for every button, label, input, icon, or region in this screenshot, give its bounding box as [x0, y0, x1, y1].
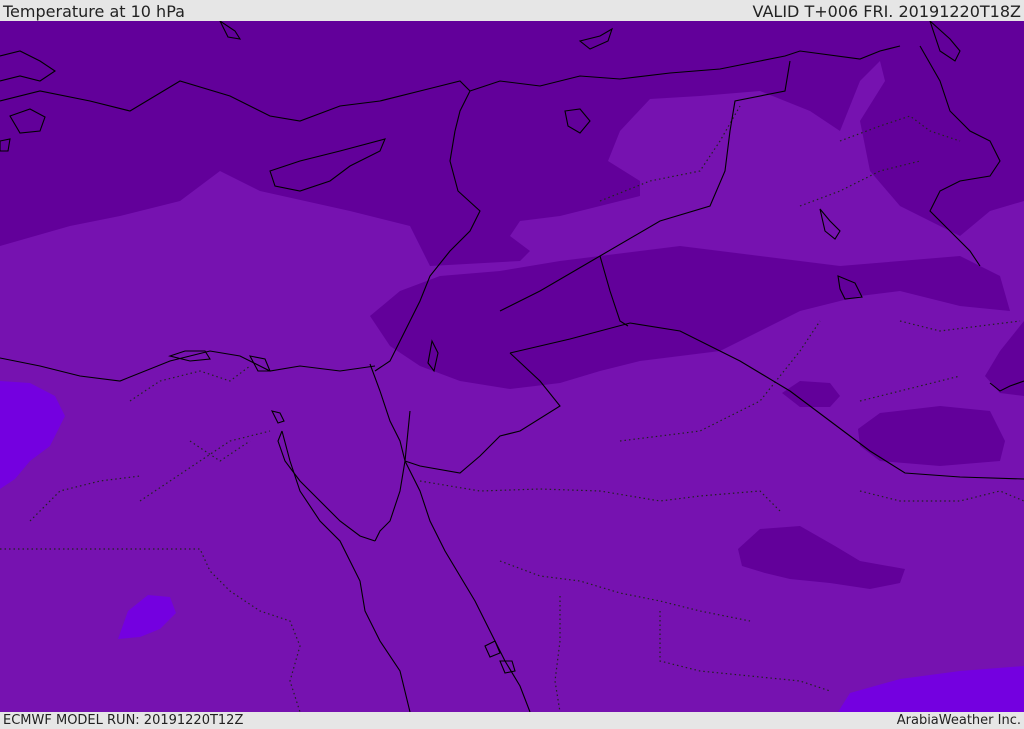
weather-map[interactable]	[0, 21, 1024, 712]
header-bar: Temperature at 10 hPa VALID T+006 FRI. 2…	[0, 0, 1024, 21]
model-run-label: ECMWF MODEL RUN: 20191220T12Z	[3, 713, 244, 728]
credit-label: ArabiaWeather Inc.	[896, 713, 1021, 728]
footer-bar: ECMWF MODEL RUN: 20191220T12Z ArabiaWeat…	[0, 712, 1024, 729]
map-title: Temperature at 10 hPa	[3, 2, 185, 21]
valid-time-label: VALID T+006 FRI. 20191220T18Z	[752, 2, 1021, 21]
